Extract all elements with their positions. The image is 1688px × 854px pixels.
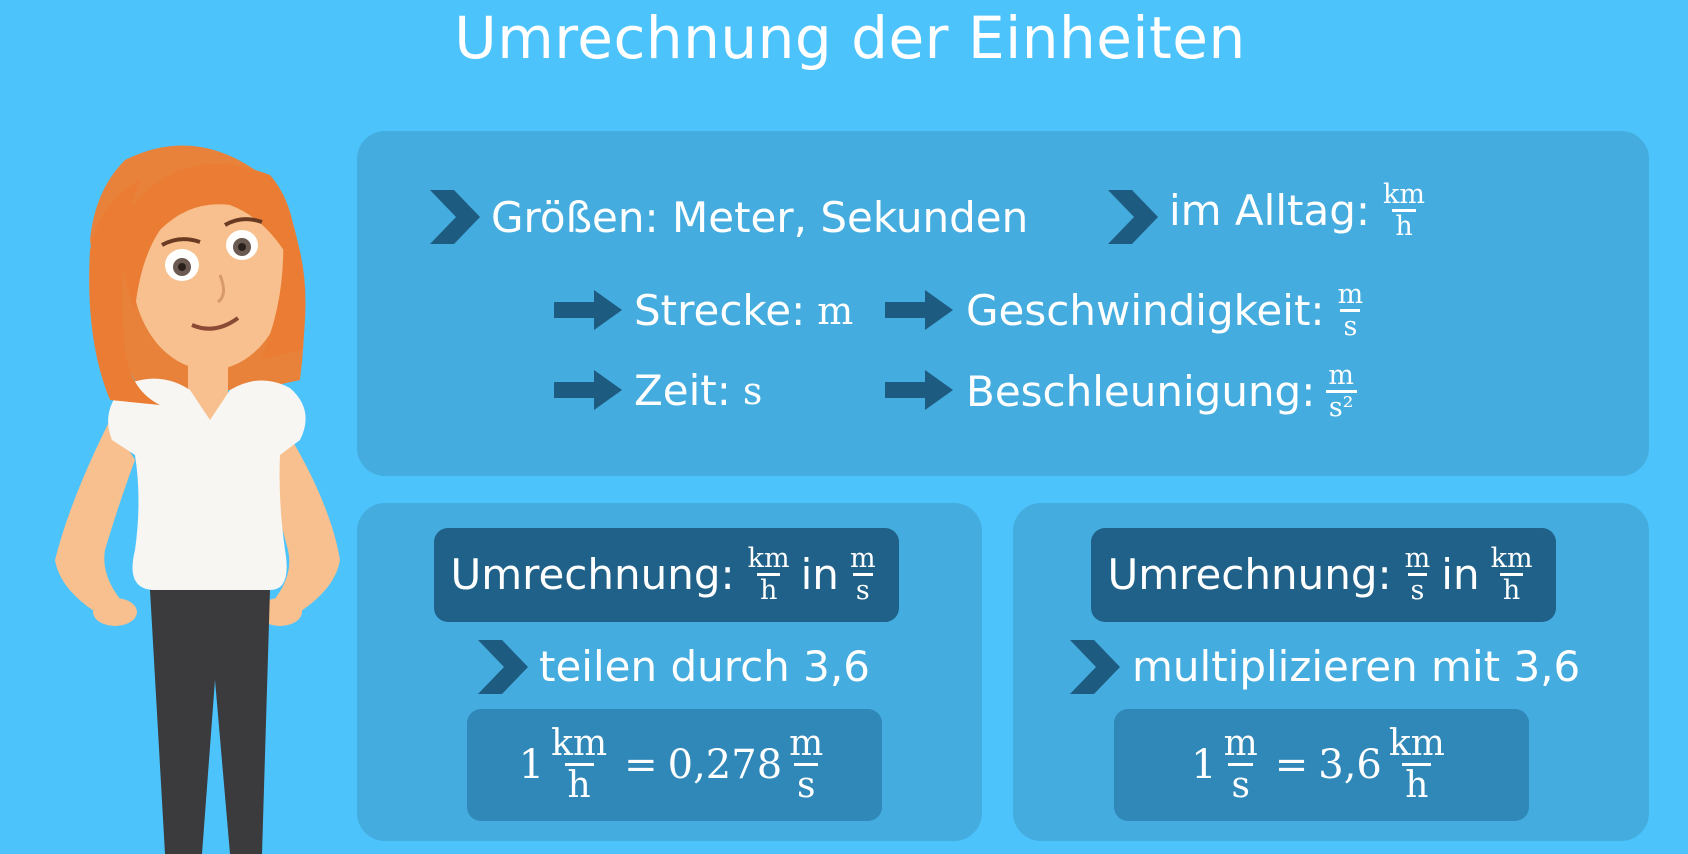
geschwindigkeit-text: Geschwindigkeit: m s	[966, 279, 1370, 342]
formula-lhs-number: 1	[1191, 742, 1217, 788]
fraction-denominator: h	[756, 573, 781, 605]
arrow-right-icon	[885, 370, 953, 410]
fraction-denominator: s	[852, 573, 873, 605]
fraction-numerator: km	[1490, 542, 1533, 574]
fraction-denominator: s	[1407, 573, 1428, 605]
fraction-numerator: m	[1223, 723, 1258, 765]
fraction-numerator: m	[1337, 279, 1364, 310]
right-rule-text: multiplizieren mit 3,6	[1132, 642, 1581, 691]
formula-lhs-fraction: m s	[1221, 725, 1261, 805]
strecke-label: Strecke:	[634, 286, 806, 335]
fraction-numerator: km	[1383, 179, 1425, 210]
strecke-unit: m	[817, 289, 854, 333]
right-formula-box: 1 m s = 3,6 km h	[1114, 709, 1529, 821]
chevron-right-icon	[1108, 190, 1158, 244]
chevron-right-icon	[430, 190, 480, 244]
geschwindigkeit-unit-fraction: m s	[1335, 279, 1367, 342]
conversion-from-fraction: km h	[745, 542, 793, 606]
fraction-denominator: h	[564, 763, 594, 805]
fraction-numerator: m	[1328, 360, 1354, 391]
geschwindigkeit-label: Geschwindigkeit:	[966, 286, 1325, 336]
formula-rhs-number: 3,6	[1318, 742, 1382, 788]
groessen-text: Größen: Meter, Sekunden	[491, 193, 1029, 242]
alltag-text: im Alltag: km h	[1169, 179, 1432, 242]
zeit-text: Zeit: s	[634, 370, 762, 412]
strecke-text: Strecke: m	[634, 290, 853, 332]
alltag-label: im Alltag:	[1169, 186, 1371, 236]
arrow-right-icon	[554, 370, 622, 410]
fraction-denominator: h	[1402, 763, 1432, 805]
fraction-numerator: m	[849, 542, 876, 574]
conversion-in: in	[800, 550, 839, 599]
fraction-denominator: s	[1228, 763, 1253, 805]
fraction-numerator: km	[1388, 723, 1445, 765]
formula-equals: =	[1274, 742, 1309, 788]
formula-rhs-fraction: km h	[1386, 725, 1448, 805]
fraction-numerator: m	[1404, 542, 1431, 574]
zeit-unit: s	[742, 369, 763, 413]
conversion-label: Umrechnung:	[450, 550, 735, 599]
fraction-numerator: m	[789, 723, 824, 765]
teacher-character-illustration	[55, 145, 340, 854]
fraction-denominator: h	[1392, 209, 1416, 241]
fraction-numerator: km	[551, 723, 608, 765]
fraction-denominator: s²	[1325, 390, 1357, 422]
conversion-in: in	[1441, 550, 1480, 599]
chevron-right-icon	[478, 640, 528, 694]
beschleunigung-unit-fraction: m s²	[1325, 360, 1357, 423]
formula-lhs-number: 1	[518, 742, 545, 788]
chevron-right-icon	[1070, 640, 1120, 694]
left-rule-text: teilen durch 3,6	[539, 642, 870, 691]
alltag-unit-fraction: km h	[1380, 179, 1428, 242]
arrow-right-icon	[885, 290, 953, 330]
left-conversion-header: Umrechnung: km h in m s	[434, 528, 899, 622]
beschleunigung-text: Beschleunigung: m s²	[966, 360, 1361, 423]
right-conversion-header: Umrechnung: m s in km h	[1091, 528, 1556, 622]
conversion-label: Umrechnung:	[1107, 550, 1392, 599]
beschleunigung-label: Beschleunigung:	[966, 367, 1316, 417]
fraction-denominator: h	[1499, 573, 1524, 605]
zeit-label: Zeit:	[634, 366, 731, 415]
page-title: Umrechnung der Einheiten	[454, 4, 1246, 72]
formula-equals: =	[624, 742, 658, 788]
formula-lhs-fraction: km h	[548, 725, 610, 805]
conversion-to-fraction: km h	[1488, 542, 1536, 606]
conversion-to-fraction: m s	[847, 542, 879, 606]
formula-rhs-fraction: m s	[786, 725, 826, 805]
fraction-denominator: s	[1340, 309, 1361, 341]
formula-rhs-number: 0,278	[667, 742, 783, 788]
conversion-from-fraction: m s	[1402, 542, 1434, 606]
fraction-denominator: s	[793, 763, 819, 805]
fraction-numerator: km	[747, 542, 790, 574]
left-formula-box: 1 km h = 0,278 m s	[467, 709, 882, 821]
arrow-right-icon	[554, 290, 622, 330]
